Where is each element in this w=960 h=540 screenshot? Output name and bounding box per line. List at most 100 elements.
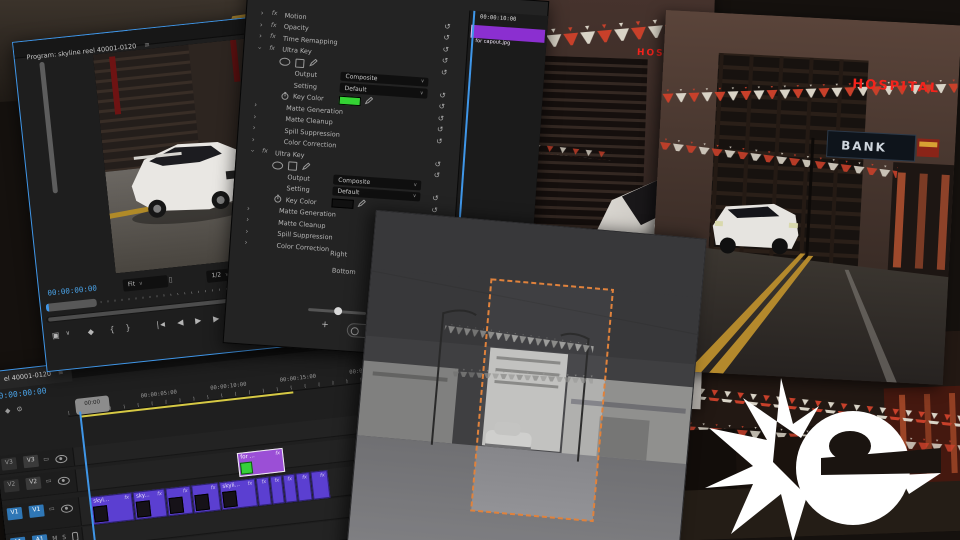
timeline-clip[interactable]: skyl...fx xyxy=(90,492,135,525)
track-name[interactable]: V3 xyxy=(23,455,39,469)
stopwatch-icon[interactable] xyxy=(281,91,290,102)
mute-button[interactable]: M xyxy=(52,535,58,540)
reset-parameter-icon[interactable]: ↺ xyxy=(436,136,443,145)
chevron-collapsed-icon[interactable]: › xyxy=(260,20,263,28)
chevron-collapsed-icon[interactable]: › xyxy=(252,124,255,132)
reset-parameter-icon[interactable]: ↺ xyxy=(434,159,441,168)
reset-parameter-icon[interactable]: ↺ xyxy=(442,44,449,53)
sync-lock-icon[interactable]: ▭ xyxy=(49,505,55,513)
chevron-collapsed-icon[interactable]: › xyxy=(245,227,248,235)
mask-ellipse-icon[interactable] xyxy=(272,161,284,170)
fx-badge[interactable]: fx xyxy=(269,44,275,51)
blender-3d-viewport[interactable] xyxy=(346,210,707,540)
mask-rect-icon[interactable] xyxy=(288,161,298,171)
mic-icon[interactable] xyxy=(72,532,79,540)
zoom-bar-handle[interactable] xyxy=(46,299,98,312)
effect-name[interactable]: Ultra Key xyxy=(282,46,312,56)
fx-badge[interactable]: fx xyxy=(271,21,277,28)
timeline-clip[interactable]: skyli...fx xyxy=(219,478,258,510)
current-timecode[interactable]: 00:00:00:00 xyxy=(47,284,97,298)
chevron-collapsed-icon[interactable]: › xyxy=(260,9,263,17)
clip-thumbnail xyxy=(93,505,109,522)
selected-green-screen-clip[interactable]: for ...fx xyxy=(237,448,285,477)
safe-margins-icon[interactable]: ▯ xyxy=(168,276,173,284)
green-screen-thumbnail xyxy=(240,461,253,474)
source-patch[interactable]: V1 xyxy=(7,507,23,521)
mini-timeline-clip[interactable]: for capout.jpg xyxy=(471,25,546,43)
toggle-track-output-eye-icon[interactable] xyxy=(55,454,68,463)
chevron-collapsed-icon[interactable]: › xyxy=(247,204,250,212)
track-name[interactable]: A1 xyxy=(32,534,48,540)
fx-badge[interactable]: fx xyxy=(271,10,277,17)
eyedropper-icon[interactable] xyxy=(357,199,366,210)
key-color-swatch[interactable] xyxy=(331,198,354,209)
chevron-collapsed-icon[interactable]: › xyxy=(252,135,255,143)
effect-name[interactable]: Ultra Key xyxy=(275,149,305,159)
fx-badge: fx xyxy=(183,488,188,494)
reset-parameter-icon[interactable]: ↺ xyxy=(434,170,441,179)
reset-parameter-icon[interactable]: ↺ xyxy=(444,21,451,30)
stopwatch-icon[interactable] xyxy=(273,194,282,205)
param-group-name[interactable]: Color Correction xyxy=(276,241,329,253)
effect-name[interactable]: Opacity xyxy=(284,23,310,33)
play-icon[interactable]: ▶ xyxy=(195,316,202,326)
reset-parameter-icon[interactable]: ↺ xyxy=(431,205,438,214)
zoom-level-select[interactable]: Fit∨ xyxy=(122,275,168,292)
eyedropper-icon[interactable] xyxy=(364,96,373,107)
chevron-expanded-icon[interactable]: › xyxy=(256,46,264,49)
reset-parameter-icon[interactable]: ↺ xyxy=(439,90,446,99)
mask-ellipse-icon[interactable] xyxy=(279,57,291,66)
chevron-collapsed-icon[interactable]: › xyxy=(246,215,249,223)
add-icon[interactable]: + xyxy=(321,320,329,331)
toggle-track-output-eye-icon[interactable] xyxy=(61,504,74,513)
reset-parameter-icon[interactable]: ↺ xyxy=(432,193,439,202)
fx-badge: fx xyxy=(157,491,162,497)
source-patch[interactable]: A1 xyxy=(10,537,26,540)
slider-knob[interactable] xyxy=(334,307,343,316)
sync-lock-icon[interactable]: ▭ xyxy=(43,455,49,463)
solo-button[interactable]: S xyxy=(62,534,67,540)
step-back-icon[interactable]: ◀ xyxy=(177,318,184,328)
add-marker-icon[interactable]: ◆ xyxy=(87,327,94,337)
effect-name[interactable]: Motion xyxy=(284,11,307,21)
parameter-slider[interactable] xyxy=(308,308,366,315)
timeline-tools-icons[interactable]: ▾◆⚙ xyxy=(0,400,66,416)
background-scrollbar[interactable] xyxy=(39,62,58,194)
reset-parameter-icon[interactable]: ↺ xyxy=(443,33,450,42)
param-label: Setting xyxy=(286,184,310,194)
key-color-swatch[interactable] xyxy=(339,95,362,106)
timeline-clip[interactable]: fx xyxy=(310,470,330,500)
source-patch[interactable]: V2 xyxy=(3,479,19,493)
fx-badge[interactable]: fx xyxy=(270,33,276,40)
chevron-collapsed-icon[interactable]: › xyxy=(259,32,262,40)
mask-rect-icon[interactable] xyxy=(295,58,305,68)
reset-parameter-icon[interactable]: ↺ xyxy=(441,67,448,76)
track-name[interactable]: V2 xyxy=(25,477,41,491)
track-name[interactable]: V1 xyxy=(28,504,44,518)
timeline-clip[interactable]: fx xyxy=(191,482,221,513)
toggle-track-output-eye-icon[interactable] xyxy=(57,476,70,485)
fx-badge[interactable]: fx xyxy=(262,147,268,154)
reset-parameter-icon[interactable]: ↺ xyxy=(438,113,445,122)
reset-parameter-icon[interactable]: ↺ xyxy=(442,56,449,65)
sync-lock-icon[interactable]: ▭ xyxy=(45,477,51,485)
go-to-in-icon[interactable]: |◀ xyxy=(155,320,166,330)
mark-out-icon[interactable]: } xyxy=(125,323,131,332)
step-forward-icon[interactable]: ▶ xyxy=(213,314,220,324)
reset-parameter-icon[interactable]: ↺ xyxy=(437,125,444,134)
track-header: V2 V2 ▭ xyxy=(0,469,78,500)
source-patch[interactable]: V3 xyxy=(1,457,17,471)
timeline-clip[interactable]: sky...fx xyxy=(133,489,168,520)
chevron-expanded-icon[interactable]: › xyxy=(248,149,256,152)
chevron-collapsed-icon[interactable]: › xyxy=(244,238,247,246)
reset-parameter-icon[interactable]: ↺ xyxy=(438,102,445,111)
param-label: Setting xyxy=(294,81,318,91)
timeline-clip[interactable]: fx xyxy=(165,486,193,517)
mask-pen-icon[interactable] xyxy=(309,58,318,69)
chevron-collapsed-icon[interactable]: › xyxy=(254,101,257,109)
chevron-collapsed-icon[interactable]: › xyxy=(253,112,256,120)
mark-in-icon[interactable]: { xyxy=(109,325,115,334)
button-editor-icon[interactable]: ▣ xyxy=(51,331,59,341)
chevron-down-icon[interactable]: ∨ xyxy=(65,330,70,337)
mask-pen-icon[interactable] xyxy=(302,162,311,173)
